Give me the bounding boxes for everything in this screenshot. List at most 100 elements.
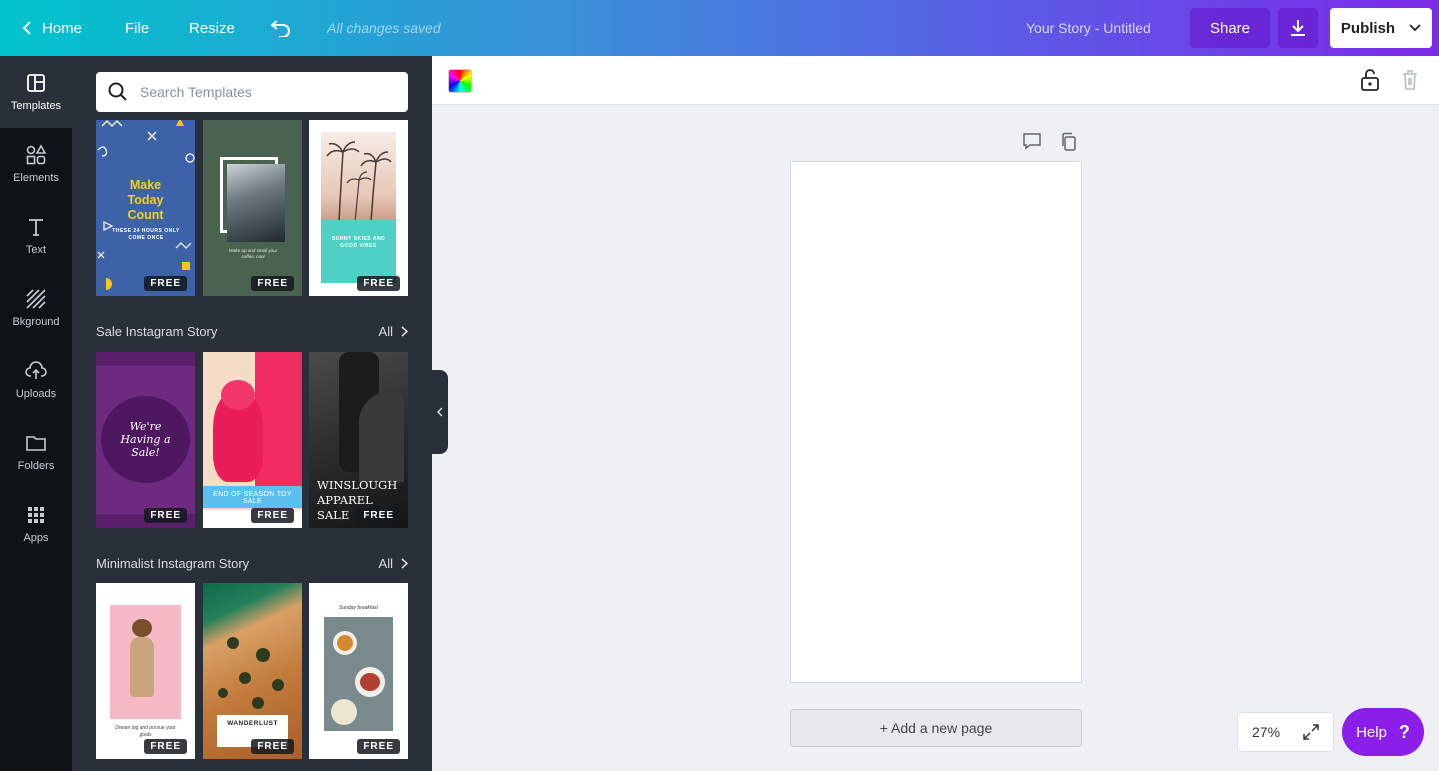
template-text: Dream big and pursue your goals [115, 725, 176, 738]
template-thumb-sunny-skies[interactable]: SUNNY SKIES AND GOOD VIBES FREE [309, 120, 408, 296]
color-picker-button[interactable] [448, 69, 472, 93]
page-tools [1022, 132, 1078, 157]
apps-icon [28, 507, 44, 523]
free-badge: FREE [357, 508, 400, 523]
free-badge: FREE [357, 739, 400, 754]
editor-toolbar [432, 56, 1439, 105]
rail-item-text[interactable]: Text [0, 200, 72, 272]
rail-label-background: Bkground [12, 316, 60, 328]
chevron-right-icon [401, 558, 408, 569]
rail-label-text: Text [25, 244, 47, 256]
section-header-sale: Sale Instagram Story All [96, 324, 408, 339]
chevron-left-icon [437, 407, 443, 417]
collapse-panel-button[interactable] [432, 370, 448, 454]
search-icon [108, 82, 127, 101]
add-page-button[interactable]: + Add a new page [790, 709, 1082, 747]
expand-icon [1303, 724, 1319, 740]
document-title[interactable]: Your Story - Untitled [1026, 0, 1151, 56]
download-icon [1291, 20, 1305, 36]
template-sub: THESE 24 HOURS ONLY COME ONCE [112, 228, 180, 241]
search-input[interactable] [140, 84, 380, 100]
chevron-left-icon [22, 21, 31, 35]
zoom-level: 27% [1252, 724, 1281, 740]
template-thumb-dream-big[interactable]: Dream big and pursue your goals FREE [96, 583, 195, 759]
template-caption: SUNNY SKIES AND GOOD VIBES [331, 236, 386, 249]
rail-label-folders: Folders [17, 460, 55, 472]
free-badge: FREE [251, 508, 294, 523]
template-text: We're Having a Sale! [120, 420, 171, 459]
design-canvas[interactable] [790, 161, 1082, 683]
templates-panel: Make Today Count THESE 24 HOURS ONLY COM… [72, 56, 432, 771]
home-label: Home [42, 19, 83, 37]
see-all-link[interactable]: All [379, 556, 408, 571]
free-badge: FREE [251, 276, 294, 291]
rail-item-templates[interactable]: Templates [0, 56, 72, 128]
duplicate-page-button[interactable] [1060, 132, 1078, 157]
comment-icon [1023, 133, 1041, 150]
free-badge: FREE [144, 508, 187, 523]
search-box[interactable] [96, 72, 408, 112]
home-button[interactable]: Home [22, 0, 82, 56]
template-caption: Wake up and smell your coffee, cool [228, 248, 278, 259]
template-line3: Count [127, 208, 164, 222]
undo-icon [270, 20, 290, 37]
rail-item-background[interactable]: Bkground [0, 272, 72, 344]
delete-button[interactable] [1400, 68, 1420, 97]
background-icon [26, 289, 46, 309]
rail-item-apps[interactable]: Apps [0, 488, 72, 560]
lock-icon [1361, 69, 1379, 91]
see-all-label: All [378, 324, 393, 339]
template-text: WANDERLUST [227, 720, 278, 727]
elements-icon [26, 144, 47, 165]
template-thumb-coffee[interactable]: Wake up and smell your coffee, cool FREE [203, 120, 302, 296]
template-text: END OF SEASON TOY SALE [213, 491, 292, 505]
see-all-link[interactable]: All [379, 324, 408, 339]
save-status: All changes saved [327, 20, 441, 36]
undo-button[interactable] [270, 0, 292, 56]
lock-button[interactable] [1360, 68, 1380, 97]
template-thumb-wanderlust[interactable]: WANDERLUST FREE [203, 583, 302, 759]
publish-label: Publish [1340, 19, 1396, 37]
section-title: Sale Instagram Story [96, 324, 218, 339]
trash-icon [1403, 70, 1417, 90]
free-badge: FREE [357, 276, 400, 291]
rail-label-templates: Templates [10, 100, 62, 112]
publish-button[interactable]: Publish [1330, 8, 1432, 48]
template-line2: Today [127, 193, 164, 207]
free-badge: FREE [251, 739, 294, 754]
top-bar: Home File Resize All changes saved Your … [0, 0, 1439, 56]
template-thumb-make-today-count[interactable]: Make Today Count THESE 24 HOURS ONLY COM… [96, 120, 195, 296]
chevron-down-icon [1409, 24, 1421, 32]
rail-label-uploads: Uploads [15, 388, 57, 400]
template-line1: Make [129, 178, 162, 192]
copy-icon [1062, 132, 1076, 151]
rail-label-elements: Elements [13, 172, 59, 184]
resize-button[interactable]: Resize [189, 0, 235, 56]
rail-item-folders[interactable]: Folders [0, 416, 72, 488]
free-badge: FREE [144, 276, 187, 291]
help-button[interactable]: Help ? [1342, 708, 1424, 756]
share-button[interactable]: Share [1190, 8, 1270, 48]
zoom-control[interactable]: 27% [1237, 712, 1334, 752]
rail-label-apps: Apps [23, 532, 49, 544]
rail-item-elements[interactable]: Elements [0, 128, 72, 200]
question-icon: ? [1398, 721, 1410, 742]
template-text: Sunday breakfast [339, 605, 378, 611]
template-thumb-winslough[interactable]: WINSLOUGH APPAREL SALE FREE [309, 352, 408, 528]
palm-trees-icon [326, 141, 392, 222]
templates-icon [27, 74, 45, 92]
section-title: Minimalist Instagram Story [96, 556, 250, 571]
comment-button[interactable] [1022, 132, 1042, 157]
template-thumb-breakfast[interactable]: Sunday breakfast FREE [309, 583, 408, 759]
chevron-right-icon [401, 326, 408, 337]
template-thumb-toy-sale[interactable]: END OF SEASON TOY SALE FREE [203, 352, 302, 528]
free-badge: FREE [144, 739, 187, 754]
side-rail: Templates Elements Text Bkground Uploads… [0, 56, 72, 771]
see-all-label: All [378, 556, 393, 571]
file-menu[interactable]: File [125, 0, 149, 56]
folders-icon [26, 436, 46, 451]
rail-item-uploads[interactable]: Uploads [0, 344, 72, 416]
help-label: Help [1356, 723, 1387, 741]
template-thumb-having-a-sale[interactable]: We're Having a Sale! FREE [96, 352, 195, 528]
download-button[interactable] [1278, 8, 1318, 48]
